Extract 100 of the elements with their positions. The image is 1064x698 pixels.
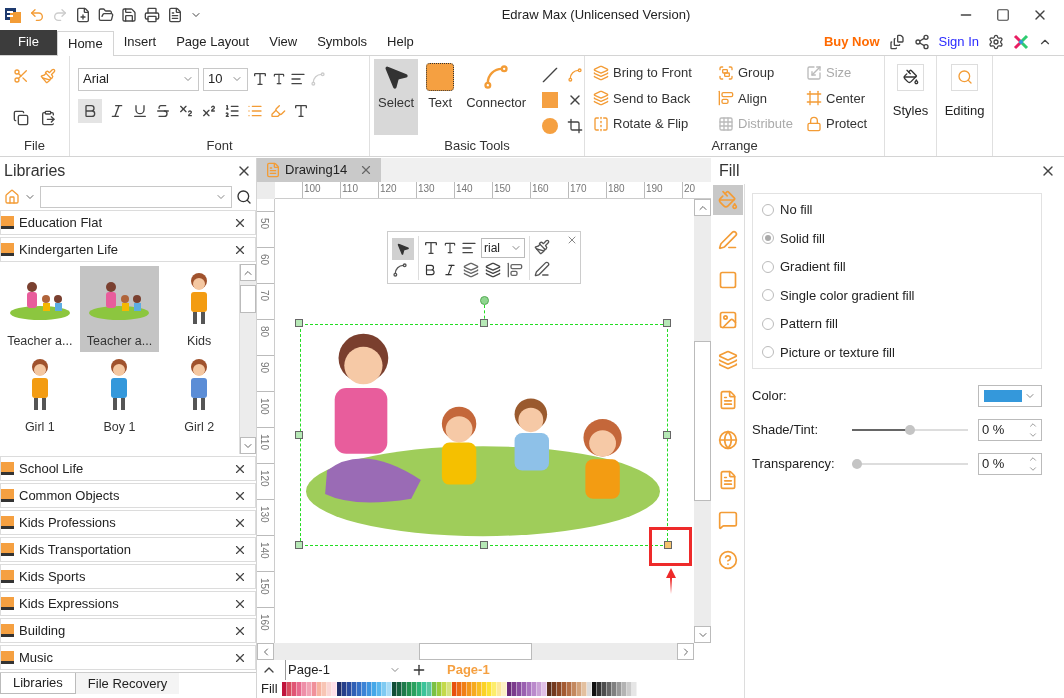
fill-option[interactable]: Picture or texture fill — [762, 342, 1032, 362]
library-category[interactable]: Kindergarten Life — [0, 237, 256, 262]
bold-icon[interactable] — [423, 262, 437, 277]
library-category[interactable]: Kids Sports — [0, 564, 256, 589]
new-file-icon[interactable] — [75, 6, 91, 23]
bold-button[interactable] — [78, 98, 102, 123]
tool-button[interactable]: Select — [374, 58, 419, 135]
maximize-icon[interactable] — [996, 7, 1010, 22]
paste-icon[interactable] — [39, 109, 56, 126]
styles-button[interactable]: Styles — [892, 100, 929, 121]
connector-icon[interactable] — [392, 261, 408, 278]
app-switcher-icon[interactable] — [1013, 34, 1029, 51]
color-picker[interactable] — [978, 385, 1042, 407]
sign-in-link[interactable]: Sign In — [938, 32, 979, 52]
crop-icon[interactable] — [567, 118, 584, 135]
editing-button[interactable]: Editing — [944, 100, 985, 121]
color-palette-drawing[interactable] — [281, 682, 637, 696]
shrink-font-icon[interactable] — [272, 72, 286, 87]
ribbon-tab[interactable]: Symbols — [307, 29, 378, 55]
home-icon[interactable] — [4, 189, 20, 205]
library-shape[interactable]: Teacher a... — [79, 266, 160, 352]
arc-icon[interactable] — [567, 66, 584, 83]
format-painter-icon[interactable] — [534, 238, 550, 255]
library-category[interactable]: Kids Transportation — [0, 537, 256, 562]
undo-icon[interactable] — [29, 6, 45, 23]
resize-handle[interactable] — [664, 541, 672, 549]
library-shape[interactable]: Girl 1 — [0, 352, 80, 438]
strikethrough-icon[interactable] — [155, 102, 171, 119]
scroll-thumb[interactable] — [694, 341, 711, 501]
font-size-select[interactable]: 10 — [203, 67, 248, 91]
percent-field[interactable]: 0 % — [978, 453, 1042, 475]
share-icon[interactable] — [913, 34, 930, 51]
settings-icon[interactable] — [988, 34, 1004, 51]
search-icon[interactable] — [236, 189, 252, 205]
open-folder-icon[interactable] — [98, 6, 114, 23]
resize-handle[interactable] — [663, 431, 671, 439]
library-category[interactable]: Building — [0, 618, 256, 643]
scrollbar[interactable] — [239, 264, 256, 454]
file-menu-tab[interactable]: File — [0, 29, 57, 55]
add-page-icon[interactable] — [411, 662, 427, 678]
library-shape[interactable]: Teacher a... — [0, 266, 80, 352]
library-category[interactable]: Music — [0, 645, 256, 670]
page-select[interactable]: Page-1 — [285, 660, 403, 680]
arrange-command[interactable]: Protect — [806, 113, 886, 136]
slider[interactable] — [852, 425, 968, 435]
fill-option[interactable]: Solid fill — [762, 228, 1032, 248]
resize-handle[interactable] — [480, 541, 488, 549]
italic-icon[interactable] — [109, 102, 125, 119]
slider-thumb[interactable] — [852, 459, 862, 469]
resize-handle[interactable] — [480, 319, 488, 327]
bring-front-icon[interactable] — [463, 261, 479, 278]
slider[interactable] — [852, 459, 968, 469]
pointer-tool-button[interactable] — [392, 237, 414, 260]
font-color-icon[interactable] — [293, 102, 309, 119]
fill-option[interactable]: Pattern fill — [762, 314, 1032, 334]
line-icon[interactable] — [542, 66, 559, 83]
library-category[interactable]: School Life — [0, 456, 256, 481]
line-spacing-icon[interactable] — [224, 102, 240, 119]
panel-tab[interactable]: Libraries — [0, 673, 76, 694]
font-family-select[interactable]: Arial — [78, 67, 199, 91]
scroll-thumb[interactable] — [240, 285, 256, 313]
resize-handle[interactable] — [663, 319, 671, 327]
ribbon-tab[interactable]: Insert — [113, 29, 167, 55]
library-category[interactable]: Common Objects — [0, 483, 256, 508]
resize-handle[interactable] — [295, 319, 303, 327]
italic-icon[interactable] — [443, 262, 457, 277]
ribbon-tab[interactable]: View — [259, 29, 308, 55]
tool-button[interactable]: Text — [422, 58, 459, 135]
document-tab[interactable]: Drawing14 — [257, 158, 381, 182]
print-icon[interactable] — [144, 6, 160, 23]
library-category[interactable]: Kids Expressions — [0, 591, 256, 616]
export-icon[interactable] — [167, 6, 183, 23]
library-shape[interactable]: Kids — [159, 266, 239, 352]
arrange-command[interactable]: Rotate & Flip — [593, 113, 718, 136]
share-document-icon[interactable] — [888, 34, 905, 51]
arrange-command[interactable]: Center — [806, 87, 886, 110]
scroll-thumb[interactable] — [419, 643, 532, 660]
copy-icon[interactable] — [13, 109, 30, 126]
panel-tab[interactable]: File Recovery — [75, 673, 180, 694]
ribbon-tab[interactable]: Page Layout — [166, 29, 260, 55]
fill-option[interactable]: Single color gradient fill — [762, 285, 1032, 305]
underline-icon[interactable] — [132, 102, 148, 119]
resize-handle[interactable] — [295, 431, 303, 439]
library-category[interactable]: Education Flat — [0, 210, 256, 235]
ribbon-tab[interactable]: Help — [377, 29, 424, 55]
library-shape[interactable]: Girl 2 — [159, 352, 239, 438]
slider-thumb[interactable] — [905, 425, 915, 435]
fill-option[interactable]: No fill — [762, 200, 1032, 220]
resize-handle[interactable] — [295, 541, 303, 549]
rotation-handle[interactable] — [480, 296, 489, 305]
tool-button[interactable]: Connector — [462, 58, 531, 135]
save-icon[interactable] — [121, 6, 137, 23]
arrange-command[interactable]: Group — [718, 61, 806, 84]
arrange-command[interactable]: Bring to Front — [593, 61, 718, 84]
grow-font-icon[interactable] — [252, 71, 268, 88]
side-tab[interactable] — [712, 185, 743, 215]
paint-bucket-icon[interactable] — [902, 69, 919, 86]
library-search-field[interactable] — [40, 186, 232, 208]
font-select[interactable]: rial — [481, 237, 525, 258]
highlight-icon[interactable] — [270, 102, 286, 119]
